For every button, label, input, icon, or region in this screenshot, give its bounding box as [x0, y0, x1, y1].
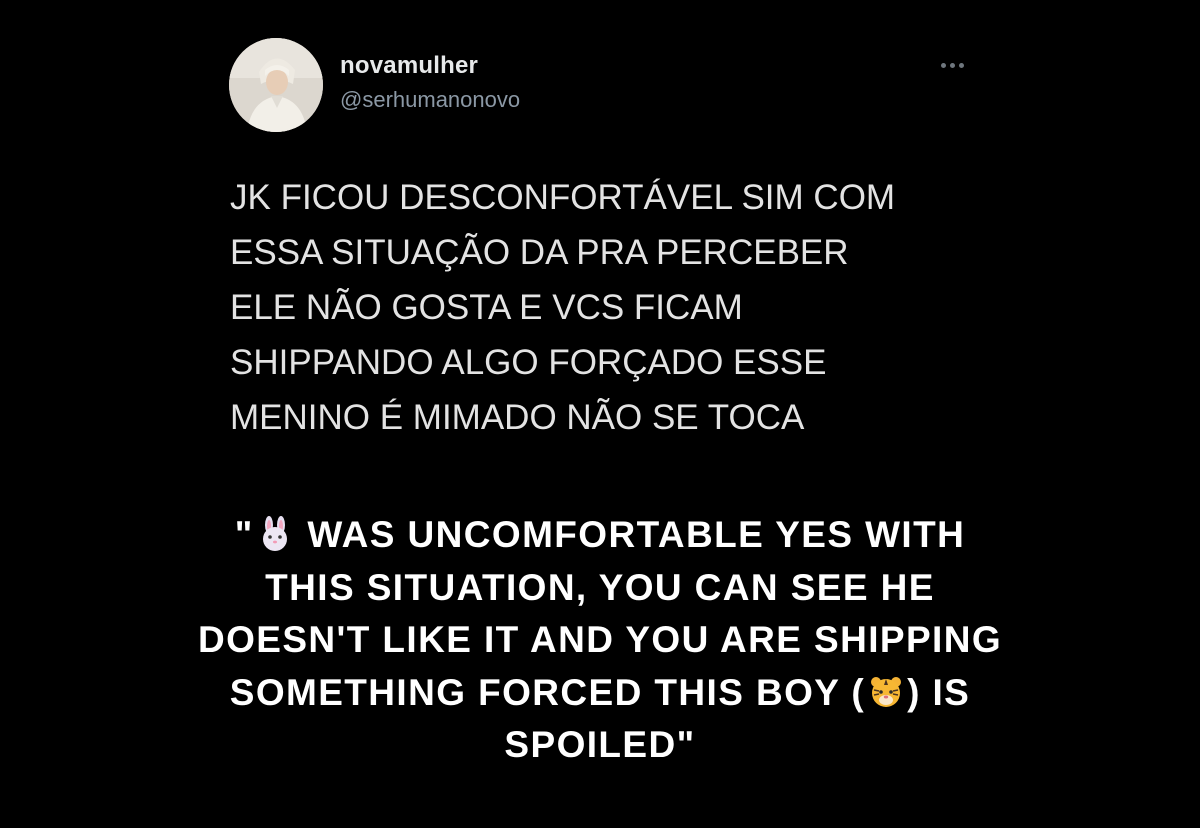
caption-line-4-start: SOMETHING FORCED THIS BOY ( [229, 671, 866, 713]
caption-line-4-end: ) IS [907, 671, 971, 713]
tweet-text: JK FICOU DESCONFORTÁVEL SIM COM ESSA SIT… [230, 170, 990, 445]
profile-photo-icon [229, 38, 323, 132]
tweet-text-line: ELE NÃO GOSTA E VCS FICAM [230, 288, 743, 327]
tweet-text-line: SHIPPANDO ALGO FORÇADO ESSE [230, 343, 827, 382]
user-handle[interactable]: @serhumanonovo [340, 87, 520, 113]
tweet-text-line: ESSA SITUAÇÃO DA PRA PERCEBER [230, 233, 849, 272]
more-horizontal-icon [940, 62, 964, 68]
translation-caption: " WAS UNCOMFORTABLE YES WITH THIS SITUAT… [0, 509, 1200, 772]
tweet-text-line: MENINO É MIMADO NÃO SE TOCA [230, 398, 805, 437]
caption-line: SPOILED" [504, 724, 696, 765]
rabbit-face-icon [257, 516, 293, 552]
caption-line: DOESN'T LIKE IT AND YOU ARE SHIPPING [197, 619, 1003, 660]
tiger-face-icon [868, 674, 904, 710]
caption-line: SOMETHING FORCED THIS BOY ( ) IS [0, 667, 1200, 720]
tweet-text-line: JK FICOU DESCONFORTÁVEL SIM COM [230, 178, 896, 217]
caption-open-quote: " [234, 514, 254, 555]
caption-line: THIS SITUATION, YOU CAN SEE HE [265, 566, 935, 608]
more-options-button[interactable] [935, 55, 969, 75]
caption-line: " WAS UNCOMFORTABLE YES WITH [0, 509, 1200, 562]
caption-line-1-text: WAS UNCOMFORTABLE YES WITH [295, 514, 966, 555]
avatar[interactable] [229, 38, 323, 132]
display-name[interactable]: novamulher [340, 52, 478, 80]
tweet-card: novamulher @serhumanonovo JK FICOU DESCO… [0, 0, 1200, 470]
